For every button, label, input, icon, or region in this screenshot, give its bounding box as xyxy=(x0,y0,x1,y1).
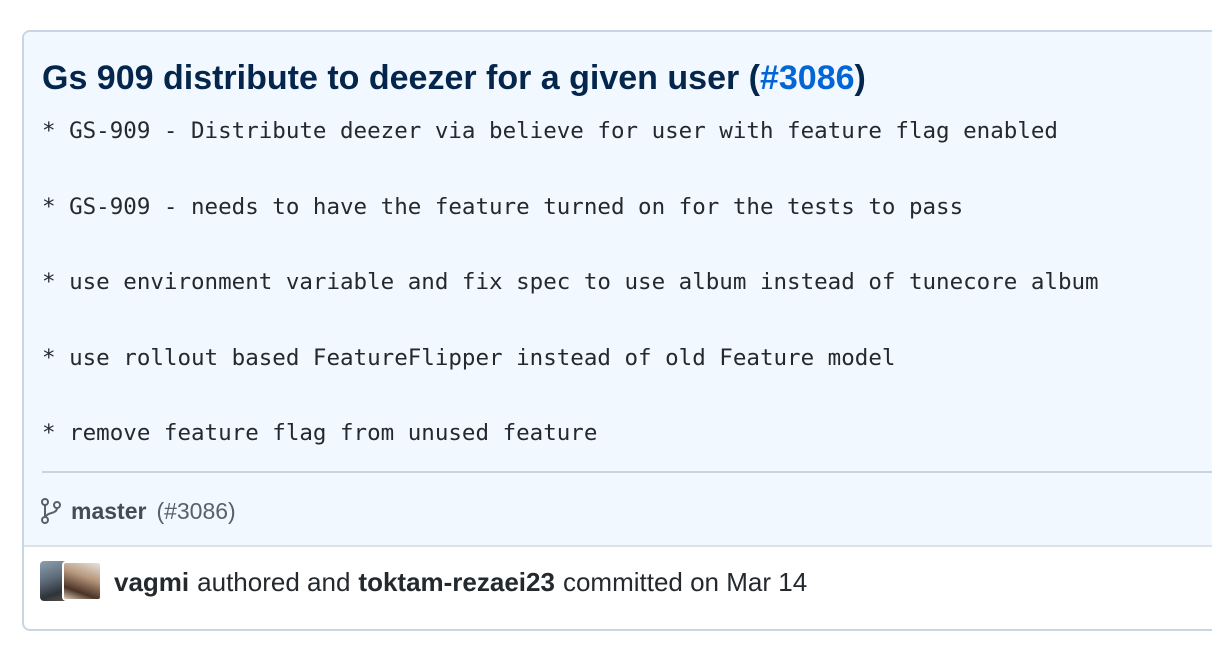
git-branch-icon xyxy=(39,497,63,525)
branch-row: master (#3086) xyxy=(39,495,236,527)
commit-description: * GS-909 - Distribute deezer via believe… xyxy=(42,114,1099,492)
committer-avatar[interactable] xyxy=(62,561,102,601)
branch-link[interactable]: master xyxy=(71,498,146,525)
committed-date-text: committed on Mar 14 xyxy=(562,566,808,597)
commit-title-close: ) xyxy=(854,59,866,97)
avatar-stack xyxy=(40,561,102,603)
description-line: * use rollout based FeatureFlipper inste… xyxy=(42,344,896,371)
divider xyxy=(42,471,1212,473)
description-line: * use environment variable and fix spec … xyxy=(42,269,1099,295)
description-line: * GS-909 - needs to have the feature tur… xyxy=(42,193,964,220)
commit-meta-border xyxy=(24,545,1212,547)
description-line: * GS-909 - Distribute deezer via believe… xyxy=(42,118,1058,144)
commit-title: Gs 909 distribute to deezer for a given … xyxy=(42,56,866,100)
description-line: * remove feature flag from unused featur… xyxy=(42,420,598,446)
commit-box: Gs 909 distribute to deezer for a given … xyxy=(22,30,1212,631)
authored-text: authored and xyxy=(197,566,351,597)
commit-title-text: Gs 909 distribute to deezer for a given … xyxy=(42,59,760,97)
pr-link[interactable]: #3086 xyxy=(760,59,855,97)
branch-pr-ref: (#3086) xyxy=(156,497,236,524)
author-link[interactable]: vagmi xyxy=(114,567,189,598)
committer-link[interactable]: toktam-rezaei23 xyxy=(358,567,555,598)
commit-header: Gs 909 distribute to deezer for a given … xyxy=(24,32,1212,545)
commit-meta: vagmi authored and toktam-rezaei23 commi… xyxy=(40,561,815,603)
